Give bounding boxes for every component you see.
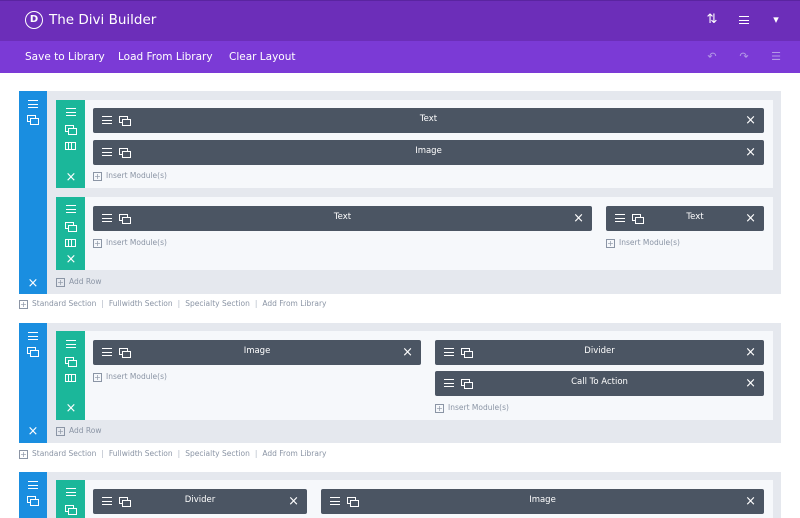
row-1-1-duplicate-icon[interactable]: [64, 124, 78, 136]
load-from-library-button[interactable]: Load From Library: [118, 51, 213, 63]
module-delete-icon[interactable]: ×: [745, 495, 756, 508]
insert-modules-button[interactable]: + Insert Module(s): [435, 403, 509, 413]
module-move-icon[interactable]: [615, 214, 625, 222]
module-label: Divider: [184, 495, 216, 505]
row-2-1-delete-icon[interactable]: ×: [64, 402, 78, 415]
plus-icon: +: [93, 172, 102, 181]
module-delete-icon[interactable]: ×: [745, 346, 756, 359]
row-1-1-move-icon[interactable]: [64, 106, 78, 118]
plus-icon: +: [435, 404, 444, 413]
save-to-library-button[interactable]: Save to Library: [25, 51, 105, 63]
section-3-move-icon[interactable]: [26, 479, 40, 491]
undo-icon[interactable]: ↶: [705, 50, 719, 64]
section-add-links: + Standard Section | Fullwidth Section | Spec…: [19, 449, 327, 459]
plus-icon: +: [606, 239, 615, 248]
row-3-1-duplicate-icon[interactable]: [64, 504, 78, 516]
section-2-delete-icon[interactable]: ×: [26, 425, 40, 438]
row-1-2-columns-icon[interactable]: [64, 237, 78, 249]
section-add-links: + Standard Section | Fullwidth Section | Spec…: [19, 299, 327, 309]
history-icon[interactable]: ☰: [769, 50, 783, 64]
divi-logo: D: [25, 11, 43, 29]
fullwidth-section-link[interactable]: Fullwidth Section: [109, 299, 173, 308]
row-1-2-duplicate-icon[interactable]: [64, 221, 78, 233]
row-1-1-delete-icon[interactable]: ×: [64, 171, 78, 184]
sort-icon[interactable]: ⇅: [704, 12, 720, 28]
plus-icon: +: [56, 278, 65, 287]
section-2-move-icon[interactable]: [26, 330, 40, 342]
insert-modules-button[interactable]: + Insert Module(s): [93, 372, 167, 382]
module-label: Text: [686, 212, 704, 222]
row-1-2-delete-icon[interactable]: ×: [64, 253, 78, 266]
module-image[interactable]: Image ×: [93, 140, 764, 165]
standard-section-link[interactable]: Standard Section: [32, 299, 96, 308]
module-label: Divider: [584, 346, 615, 356]
module-label: Text: [333, 212, 352, 222]
module-delete-icon[interactable]: ×: [745, 212, 756, 225]
row-2-1-move-icon[interactable]: [64, 338, 78, 350]
section-1-move-icon[interactable]: [26, 98, 40, 110]
module-text[interactable]: Text ×: [606, 206, 764, 231]
row-3-1-move-icon[interactable]: [64, 486, 78, 498]
fullwidth-section-link[interactable]: Fullwidth Section: [109, 449, 173, 458]
module-label: Image: [415, 146, 442, 156]
module-image[interactable]: Image ×: [321, 489, 764, 514]
module-delete-icon[interactable]: ×: [573, 212, 584, 225]
insert-modules-button[interactable]: + Insert Module(s): [93, 238, 167, 248]
module-text[interactable]: Text ×: [93, 206, 592, 231]
module-delete-icon[interactable]: ×: [402, 346, 413, 359]
add-from-library-link[interactable]: Add From Library: [262, 449, 326, 458]
row-2-1-columns-icon[interactable]: [64, 372, 78, 384]
add-row-button[interactable]: + Add Row: [56, 426, 102, 436]
module-label: Text: [419, 114, 438, 124]
plus-icon: +: [56, 427, 65, 436]
chevron-down-icon[interactable]: ▾: [768, 12, 784, 28]
insert-modules-button[interactable]: + Insert Module(s): [93, 171, 167, 181]
plus-icon: +: [93, 239, 102, 248]
insert-modules-button[interactable]: + Insert Module(s): [606, 238, 680, 248]
module-call-to-action[interactable]: Call To Action ×: [435, 371, 764, 396]
module-divider[interactable]: Divider ×: [93, 489, 307, 514]
plus-icon: +: [19, 450, 28, 459]
module-divider[interactable]: Divider ×: [435, 340, 764, 365]
module-label: Call To Action: [571, 377, 628, 387]
builder-title: The Divi Builder: [49, 12, 157, 28]
row-1-1-columns-icon[interactable]: [64, 140, 78, 152]
row-2-1-duplicate-icon[interactable]: [64, 356, 78, 368]
add-from-library-link[interactable]: Add From Library: [262, 299, 326, 308]
clear-layout-button[interactable]: Clear Layout: [229, 51, 296, 63]
row-1-2-move-icon[interactable]: [64, 203, 78, 215]
add-row-button[interactable]: + Add Row: [56, 277, 102, 287]
module-delete-icon[interactable]: ×: [745, 377, 756, 390]
specialty-section-link[interactable]: Specialty Section: [185, 299, 250, 308]
plus-icon: +: [93, 373, 102, 382]
redo-icon[interactable]: ↷: [737, 50, 751, 64]
menu-icon[interactable]: [736, 12, 752, 28]
specialty-section-link[interactable]: Specialty Section: [185, 449, 250, 458]
section-1-delete-icon[interactable]: ×: [26, 277, 40, 290]
module-image[interactable]: Image ×: [93, 340, 421, 365]
standard-section-link[interactable]: Standard Section: [32, 449, 96, 458]
section-2-duplicate-icon[interactable]: [26, 346, 40, 358]
plus-icon: +: [19, 300, 28, 309]
module-label: Image: [243, 346, 271, 356]
module-delete-icon[interactable]: ×: [745, 146, 756, 159]
section-3-duplicate-icon[interactable]: [26, 495, 40, 507]
module-delete-icon[interactable]: ×: [288, 495, 299, 508]
module-text[interactable]: Text ×: [93, 108, 764, 133]
section-1-duplicate-icon[interactable]: [26, 114, 40, 126]
module-delete-icon[interactable]: ×: [745, 114, 756, 127]
module-label: Image: [529, 495, 556, 505]
